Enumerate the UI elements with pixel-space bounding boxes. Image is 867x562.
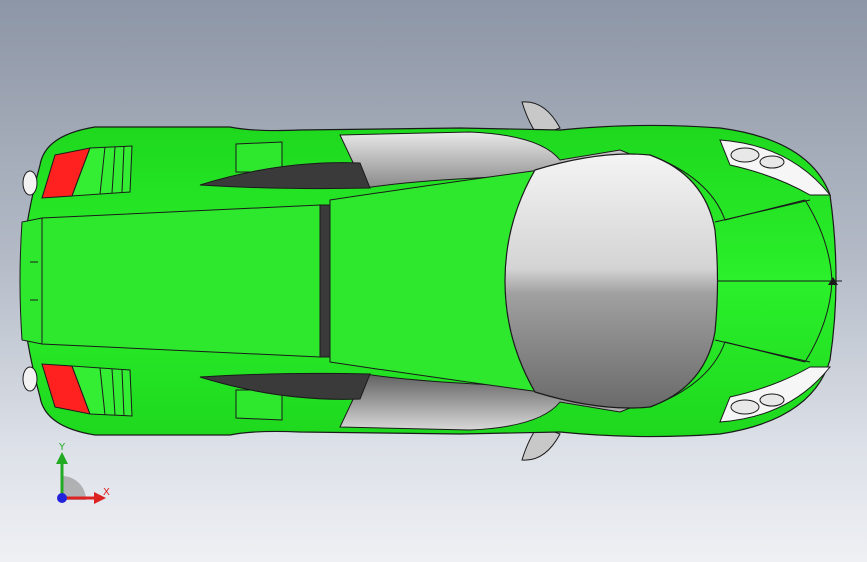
car-model[interactable] bbox=[0, 0, 867, 562]
coordinate-triad bbox=[40, 440, 120, 510]
y-axis-label: Y bbox=[59, 442, 66, 453]
windshield bbox=[504, 153, 719, 409]
origin-point bbox=[57, 493, 67, 503]
graphics-viewport[interactable]: Y X bbox=[0, 0, 867, 562]
rear-deck bbox=[41, 204, 321, 358]
x-axis-label: X bbox=[103, 487, 110, 498]
